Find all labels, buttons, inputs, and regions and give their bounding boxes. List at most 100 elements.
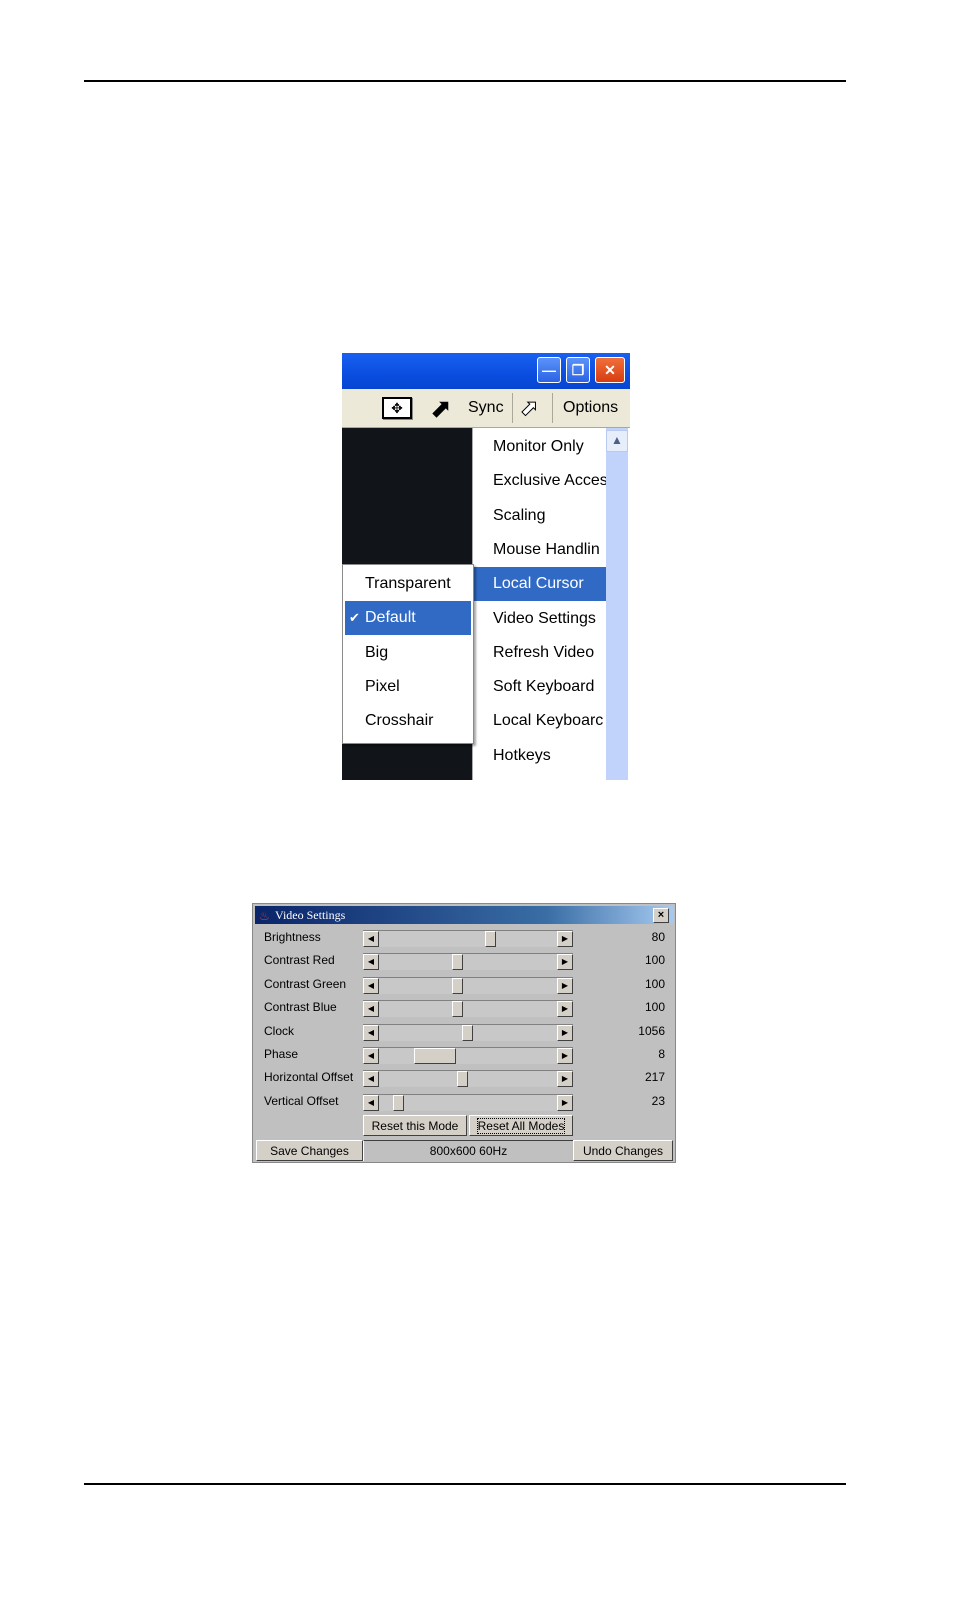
dialog-close-button[interactable]: × bbox=[653, 908, 669, 923]
cursor-option-label: Crosshair bbox=[365, 712, 434, 730]
slider-scrollbar[interactable]: ◀ ▶ bbox=[363, 1023, 573, 1041]
slider-label: Contrast Blue bbox=[264, 1000, 337, 1015]
slider-thumb[interactable] bbox=[451, 1001, 463, 1018]
options-menu-item[interactable]: Video Settings bbox=[473, 602, 607, 636]
fit-screen-icon: ✥ bbox=[382, 397, 412, 419]
slider-thumb[interactable] bbox=[451, 954, 463, 971]
scroll-left-arrow-icon[interactable]: ◀ bbox=[363, 954, 379, 971]
cursor-option-label: Default bbox=[365, 609, 416, 627]
options-menu-item[interactable]: Local Cursor bbox=[473, 567, 607, 602]
options-menu-item[interactable]: Refresh Video bbox=[473, 636, 607, 670]
slider-scrollbar[interactable]: ◀ ▶ bbox=[363, 930, 573, 947]
cursor-option-item[interactable]: Big bbox=[345, 636, 471, 670]
scroll-left-arrow-icon[interactable]: ◀ bbox=[363, 931, 379, 947]
scroll-left-arrow-icon[interactable]: ◀ bbox=[363, 1024, 379, 1041]
scroll-right-arrow-icon[interactable]: ▶ bbox=[557, 1048, 573, 1064]
reset-this-mode-label: Reset this Mode bbox=[371, 1119, 459, 1133]
scroll-right-arrow-icon[interactable]: ▶ bbox=[557, 1001, 573, 1018]
kvm-options-screenshot: — ❐ ✕ ✥ ⬈ Sync ⬈ Options Monitor Only Exc… bbox=[342, 353, 630, 780]
slider-scrollbar[interactable]: ◀ ▶ bbox=[363, 1093, 573, 1111]
scroll-left-arrow-icon[interactable]: ◀ bbox=[363, 977, 379, 994]
slider-label: Phase bbox=[264, 1047, 299, 1061]
slider-row: Clock ◀ ▶ 1056 bbox=[253, 1020, 675, 1043]
scroll-right-arrow-icon[interactable]: ▶ bbox=[557, 954, 573, 971]
slider-row: Horizontal Offset ◀ ▶ 217 bbox=[253, 1066, 675, 1089]
close-button[interactable]: ✕ bbox=[595, 357, 625, 383]
slider-value: 8 bbox=[658, 1047, 665, 1061]
slider-row: Contrast Green ◀ ▶ 100 bbox=[253, 973, 675, 996]
footer-rule bbox=[84, 1483, 846, 1485]
slider-value: 80 bbox=[651, 930, 665, 944]
cursor-option-label: Transparent bbox=[365, 575, 451, 592]
sync-button[interactable]: Sync bbox=[468, 389, 504, 427]
slider-value: 100 bbox=[644, 976, 665, 991]
slider-row: Phase ◀ ▶ 8 bbox=[253, 1043, 675, 1066]
dialog-titlebar: ♨ Video Settings × bbox=[255, 906, 673, 924]
toolbar: ✥ ⬈ Sync ⬈ Options bbox=[342, 389, 630, 428]
slider-thumb[interactable] bbox=[413, 1048, 456, 1064]
cursor-option-item[interactable]: ✔ Default bbox=[345, 601, 471, 636]
local-cursor-icon[interactable]: ⬈ bbox=[519, 389, 538, 427]
local-cursor-submenu: Transparent ✔ Default Big Pixel Crosshair bbox=[342, 564, 474, 744]
options-menu-item[interactable]: Local Keyboarc bbox=[473, 704, 607, 738]
slider-thumb[interactable] bbox=[456, 1071, 468, 1088]
slider-scrollbar[interactable]: ◀ ▶ bbox=[363, 976, 573, 994]
scroll-left-arrow-icon[interactable]: ◀ bbox=[363, 1094, 379, 1111]
slider-value: 100 bbox=[644, 1000, 665, 1015]
options-menu-item[interactable]: Scaling bbox=[473, 499, 607, 533]
slider-row: Contrast Blue ◀ ▶ 100 bbox=[253, 996, 675, 1019]
options-menu-item[interactable]: Soft Keyboard bbox=[473, 670, 607, 704]
slider-thumb[interactable] bbox=[451, 977, 463, 994]
slider-label: Horizontal Offset bbox=[264, 1070, 354, 1085]
cursor-option-item[interactable]: Pixel bbox=[345, 670, 471, 704]
slider-value: 1056 bbox=[638, 1023, 665, 1038]
scroll-left-arrow-icon[interactable]: ◀ bbox=[363, 1048, 379, 1064]
options-menu-item[interactable]: Exclusive Acces bbox=[473, 464, 607, 498]
scroll-left-arrow-icon[interactable]: ◀ bbox=[363, 1001, 379, 1018]
scroll-right-arrow-icon[interactable]: ▶ bbox=[557, 977, 573, 994]
reset-this-mode-button[interactable]: Reset this Mode bbox=[363, 1115, 467, 1136]
cursor-option-item[interactable]: Crosshair bbox=[345, 704, 471, 738]
cursor-option-item[interactable]: Transparent bbox=[345, 567, 471, 601]
fit-screen-button[interactable]: ✥ bbox=[382, 389, 412, 427]
options-menu-item[interactable]: Monitor Only bbox=[473, 430, 607, 464]
slider-thumb[interactable] bbox=[485, 931, 497, 947]
slider-label: Contrast Red bbox=[264, 953, 335, 968]
java-icon: ♨ bbox=[259, 909, 270, 923]
options-menu: Monitor Only Exclusive Acces Scaling Mouse … bbox=[472, 428, 607, 780]
header-rule bbox=[84, 80, 846, 82]
checkmark-icon: ✔ bbox=[349, 610, 360, 626]
reset-all-modes-label: Reset All Modes bbox=[476, 1118, 566, 1134]
scroll-left-arrow-icon[interactable]: ◀ bbox=[363, 1071, 379, 1088]
slider-thumb[interactable] bbox=[392, 1094, 404, 1111]
restore-button[interactable]: ❐ bbox=[566, 357, 590, 383]
slider-label: Contrast Green bbox=[264, 976, 347, 991]
slider-scrollbar[interactable]: ◀ ▶ bbox=[363, 1070, 573, 1088]
scroll-up-arrow-icon[interactable]: ▲ bbox=[606, 430, 628, 452]
scroll-right-arrow-icon[interactable]: ▶ bbox=[557, 1094, 573, 1111]
toolbar-separator bbox=[512, 393, 513, 423]
slider-scrollbar[interactable]: ◀ ▶ bbox=[363, 953, 573, 971]
slider-scrollbar[interactable]: ◀ ▶ bbox=[363, 1047, 573, 1064]
window-titlebar: — ❐ ✕ bbox=[342, 353, 630, 389]
slider-row: Vertical Offset ◀ ▶ 23 bbox=[253, 1090, 675, 1113]
slider-label: Brightness bbox=[264, 930, 321, 944]
save-changes-button[interactable]: Save Changes bbox=[256, 1140, 363, 1161]
reset-all-modes-button[interactable]: Reset All Modes bbox=[469, 1115, 573, 1136]
slider-label: Clock bbox=[264, 1023, 295, 1038]
minimize-button[interactable]: — bbox=[537, 357, 561, 383]
scroll-right-arrow-icon[interactable]: ▶ bbox=[557, 931, 573, 947]
undo-changes-button[interactable]: Undo Changes bbox=[573, 1140, 673, 1161]
scroll-right-arrow-icon[interactable]: ▶ bbox=[557, 1071, 573, 1088]
options-menu-item[interactable]: Hotkeys bbox=[473, 739, 607, 773]
slider-scrollbar[interactable]: ◀ ▶ bbox=[363, 1000, 573, 1018]
slider-value: 100 bbox=[644, 953, 665, 968]
slider-row: Contrast Red ◀ ▶ 100 bbox=[253, 949, 675, 972]
scroll-right-arrow-icon[interactable]: ▶ bbox=[557, 1024, 573, 1041]
slider-thumb[interactable] bbox=[461, 1024, 473, 1041]
slider-row: Brightness ◀ ▶ 80 bbox=[253, 926, 675, 949]
menu-scrollbar[interactable]: ▲ bbox=[606, 428, 628, 780]
options-menu-item[interactable]: Mouse Handlin bbox=[473, 533, 607, 567]
options-menu-button[interactable]: Options bbox=[563, 389, 618, 427]
mouse-pointer-icon[interactable]: ⬈ bbox=[430, 389, 452, 427]
